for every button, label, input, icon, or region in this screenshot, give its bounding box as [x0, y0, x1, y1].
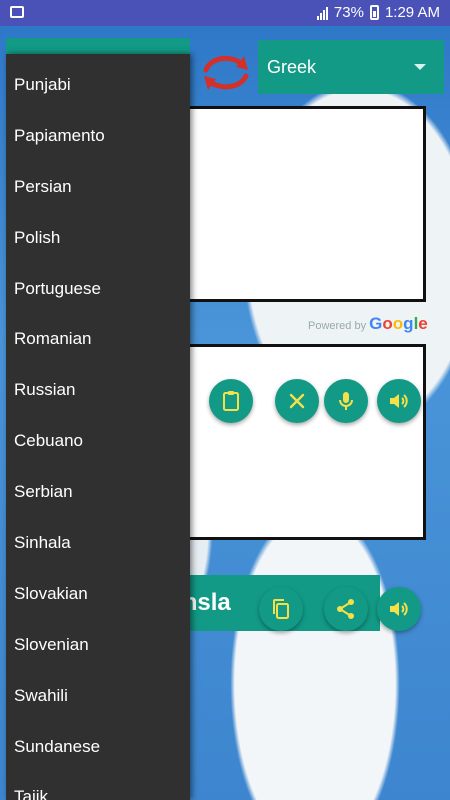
copy-button[interactable] — [259, 587, 303, 631]
clipboard-icon — [223, 391, 239, 411]
language-option[interactable]: Punjabi — [6, 60, 190, 111]
language-option[interactable]: Sundanese — [6, 722, 190, 773]
language-option[interactable]: Sinhala — [6, 518, 190, 569]
signal-icon — [316, 6, 328, 20]
language-option[interactable]: Serbian — [6, 467, 190, 518]
brand-letter: o — [392, 314, 404, 333]
language-option[interactable]: Tajik — [6, 772, 190, 800]
clear-button[interactable] — [275, 379, 319, 423]
copy-icon — [273, 599, 289, 619]
volume-icon — [390, 394, 408, 408]
powered-by-label: Powered by — [308, 320, 367, 332]
speak-output-button[interactable] — [377, 587, 421, 631]
brand-letter: G — [369, 314, 383, 333]
paste-button[interactable] — [209, 379, 253, 423]
language-option[interactable]: Portuguese — [6, 264, 190, 315]
input-text-area[interactable] — [150, 106, 426, 302]
share-icon — [337, 599, 354, 619]
battery-icon — [369, 5, 379, 20]
speak-input-button[interactable] — [377, 379, 421, 423]
language-option[interactable]: Slovakian — [6, 569, 190, 620]
target-language-label: Greek — [267, 57, 317, 77]
gallery-notification-icon — [10, 6, 24, 18]
brand-letter: g — [403, 314, 414, 333]
language-option[interactable]: Cebuano — [6, 416, 190, 467]
language-option[interactable]: Polish — [6, 213, 190, 264]
language-option[interactable]: Slovenian — [6, 620, 190, 671]
output-text-area[interactable] — [150, 344, 426, 540]
powered-by-google: Powered by Google — [308, 314, 428, 334]
language-option[interactable]: Papiamento — [6, 111, 190, 162]
brand-letter: e — [418, 314, 428, 333]
language-option[interactable]: Russian — [6, 365, 190, 416]
brand-letter: o — [382, 314, 393, 333]
target-language-dropdown[interactable]: Greek — [258, 40, 444, 94]
volume-icon — [390, 602, 408, 616]
status-bar: 73% 1:29 AM — [0, 0, 450, 26]
language-option[interactable]: Romanian — [6, 314, 190, 365]
swap-arrows-icon[interactable] — [200, 52, 252, 92]
language-options: Punjabi Papiamento Persian Polish Portuguese… — [6, 60, 190, 800]
chevron-down-icon — [414, 64, 426, 70]
close-icon — [289, 393, 305, 409]
clock: 1:29 AM — [384, 4, 440, 21]
language-option[interactable]: Swahili — [6, 671, 190, 722]
language-dropdown-list: Punjabi Papiamento Persian Polish Portuguese… — [6, 54, 190, 800]
share-button[interactable] — [324, 587, 368, 631]
mic-button[interactable] — [324, 379, 368, 423]
battery-percent: 73% — [333, 4, 364, 21]
status-right: 73% 1:29 AM — [316, 4, 440, 21]
mic-icon — [339, 392, 353, 410]
language-option[interactable]: Persian — [6, 162, 190, 213]
